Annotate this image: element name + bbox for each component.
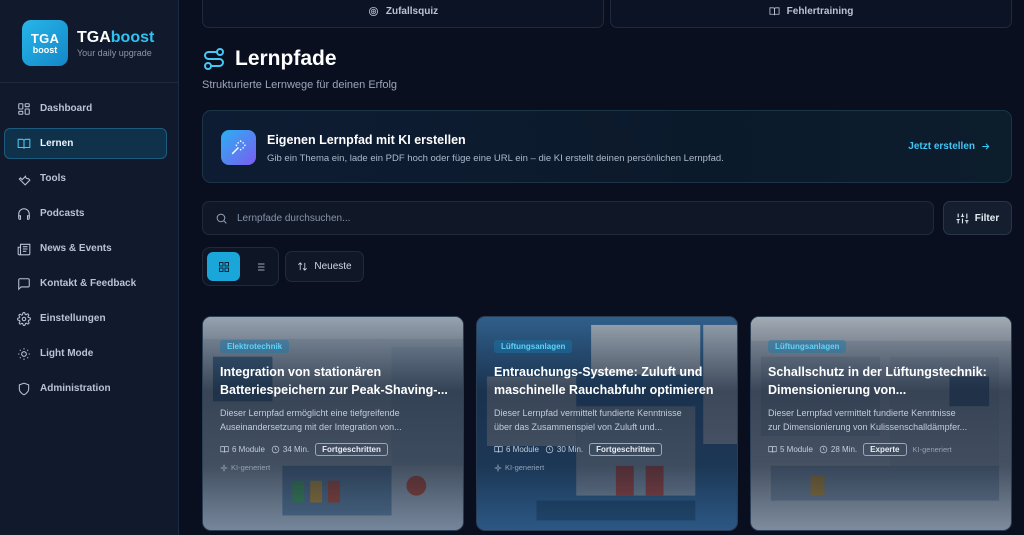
- sort-button[interactable]: Neueste: [285, 251, 364, 282]
- sidebar-item-news[interactable]: News & Events: [4, 233, 167, 264]
- category-badge: Lüftungsanlagen: [768, 340, 847, 353]
- ai-generated-label: KI-generiert: [220, 463, 449, 472]
- sidebar-item-label: Light Mode: [40, 348, 94, 359]
- card-title: Integration von stationären Batteriespei…: [220, 365, 448, 397]
- logo-badge: TGA boost: [22, 20, 68, 66]
- magic-wand-icon: [221, 130, 256, 165]
- card-content: Lüftungsanlagen Schallschutz in der Lüft…: [768, 336, 997, 456]
- view-toggle: [202, 247, 279, 286]
- level-badge: Fortgeschritten: [315, 443, 388, 456]
- create-now-link[interactable]: Jetzt erstellen: [908, 141, 991, 152]
- modules-count: 6 Module: [494, 445, 539, 454]
- sidebar-item-label: Podcasts: [40, 208, 85, 219]
- list-view-button[interactable]: [243, 252, 276, 281]
- wrench-icon: [16, 171, 31, 186]
- book-icon: [768, 446, 777, 453]
- clock-icon: [819, 445, 828, 454]
- card-content: Lüftungsanlagen Entrauchungs-Systeme: Zu…: [494, 336, 723, 472]
- brand-tagline: Your daily upgrade: [77, 47, 152, 58]
- sidebar-item-label: Lernen: [40, 138, 74, 149]
- message-icon: [16, 276, 31, 291]
- page-header: Lernpfade: [202, 47, 337, 71]
- grid-view-button[interactable]: [207, 252, 240, 281]
- clock-icon: [545, 445, 554, 454]
- book-open-icon: [769, 6, 780, 15]
- sidebar: TGA boost TGAboost Your daily upgrade Da…: [0, 0, 179, 535]
- learning-path-card[interactable]: Lüftungsanlagen Entrauchungs-Systeme: Zu…: [476, 316, 738, 531]
- card-meta: 6 Module 34 Min. Fortgeschritten: [220, 443, 449, 456]
- sparkle-icon: [220, 463, 228, 472]
- brand-logo[interactable]: TGA boost TGAboost Your daily upgrade: [22, 20, 154, 66]
- list-icon: [255, 263, 264, 270]
- sidebar-item-kontakt[interactable]: Kontakt & Feedback: [4, 268, 167, 299]
- sidebar-item-label: Dashboard: [40, 103, 93, 114]
- sidebar-nav: Dashboard Lernen Tools Podcasts News & E…: [4, 93, 167, 408]
- target-icon: [368, 6, 378, 16]
- sort-icon: [298, 262, 308, 271]
- random-quiz-button[interactable]: Zufallsquiz: [202, 0, 604, 28]
- duration: 28 Min.: [819, 445, 857, 454]
- sliders-icon: [956, 213, 969, 223]
- sidebar-item-label: News & Events: [40, 243, 112, 254]
- ai-create-card[interactable]: Eigenen Lernpfad mit KI erstellen Gib ei…: [202, 110, 1012, 183]
- sidebar-item-label: Einstellungen: [40, 313, 106, 324]
- card-title: Schallschutz in der Lüftungstechnik: Dim…: [768, 365, 987, 397]
- sidebar-item-einstellungen[interactable]: Einstellungen: [4, 303, 167, 334]
- sparkle-icon: [494, 463, 502, 472]
- route-icon: [204, 48, 224, 70]
- modules-count: 5 Module: [768, 445, 813, 454]
- ai-generated-label: KI-generiert: [912, 445, 952, 454]
- sidebar-item-administration[interactable]: Administration: [4, 373, 167, 404]
- modules-count: 6 Module: [220, 445, 265, 454]
- card-description: Dieser Lernpfad vermittelt fundierte Ken…: [494, 408, 682, 432]
- learning-path-card[interactable]: Elektrotechnik Integration von stationär…: [202, 316, 464, 531]
- sun-icon: [16, 346, 31, 361]
- duration: 30 Min.: [545, 445, 583, 454]
- sidebar-item-tools[interactable]: Tools: [4, 163, 167, 194]
- sidebar-item-label: Administration: [40, 383, 111, 394]
- book-icon: [494, 446, 503, 453]
- book-icon: [220, 446, 229, 453]
- sidebar-item-dashboard[interactable]: Dashboard: [4, 93, 167, 124]
- card-content: Elektrotechnik Integration von stationär…: [220, 336, 449, 472]
- ai-card-title: Eigenen Lernpfad mit KI erstellen: [267, 133, 466, 147]
- duration: 34 Min.: [271, 445, 309, 454]
- search-icon: [216, 213, 227, 224]
- newspaper-icon: [16, 241, 31, 256]
- search-input[interactable]: [237, 212, 917, 224]
- ai-generated-label: KI-generiert: [494, 463, 723, 472]
- headphones-icon: [16, 206, 31, 221]
- brand-text: TGAboost Your daily upgrade: [77, 29, 154, 58]
- sidebar-item-podcasts[interactable]: Podcasts: [4, 198, 167, 229]
- sidebar-item-label: Tools: [40, 173, 66, 184]
- ai-card-description: Gib ein Thema ein, lade ein PDF hoch ode…: [267, 153, 724, 164]
- learning-path-card[interactable]: Lüftungsanlagen Schallschutz in der Lüft…: [750, 316, 1012, 531]
- category-badge: Lüftungsanlagen: [494, 340, 573, 353]
- grid-icon: [218, 261, 229, 272]
- sidebar-item-light-mode[interactable]: Light Mode: [4, 338, 167, 369]
- filter-button[interactable]: Filter: [943, 201, 1012, 235]
- sidebar-divider: [0, 82, 178, 83]
- level-badge: Experte: [863, 443, 907, 456]
- page-subtitle: Strukturierte Lernwege für deinen Erfolg: [202, 79, 398, 91]
- arrow-right-icon: [982, 143, 990, 150]
- sidebar-item-lernen[interactable]: Lernen: [4, 128, 167, 159]
- clock-icon: [271, 445, 280, 454]
- card-description: Dieser Lernpfad ermöglicht eine tiefgrei…: [220, 408, 402, 432]
- card-description: Dieser Lernpfad vermittelt fundierte Ken…: [768, 408, 968, 432]
- search-bar: [202, 201, 934, 235]
- shield-icon: [16, 381, 31, 396]
- brand-name: TGAboost: [77, 28, 155, 46]
- page-title: Lernpfade: [235, 47, 337, 70]
- book-icon: [16, 136, 31, 151]
- gear-icon: [16, 311, 31, 326]
- level-badge: Fortgeschritten: [589, 443, 662, 456]
- dashboard-icon: [16, 101, 31, 116]
- sidebar-item-label: Kontakt & Feedback: [40, 278, 137, 289]
- card-meta: 5 Module 28 Min. Experte KI-generiert: [768, 443, 997, 456]
- card-title: Entrauchungs-Systeme: Zuluft und maschin…: [494, 365, 714, 397]
- category-badge: Elektrotechnik: [220, 340, 290, 353]
- error-training-button[interactable]: Fehlertraining: [610, 0, 1012, 28]
- card-meta: 6 Module 30 Min. Fortgeschritten: [494, 443, 723, 456]
